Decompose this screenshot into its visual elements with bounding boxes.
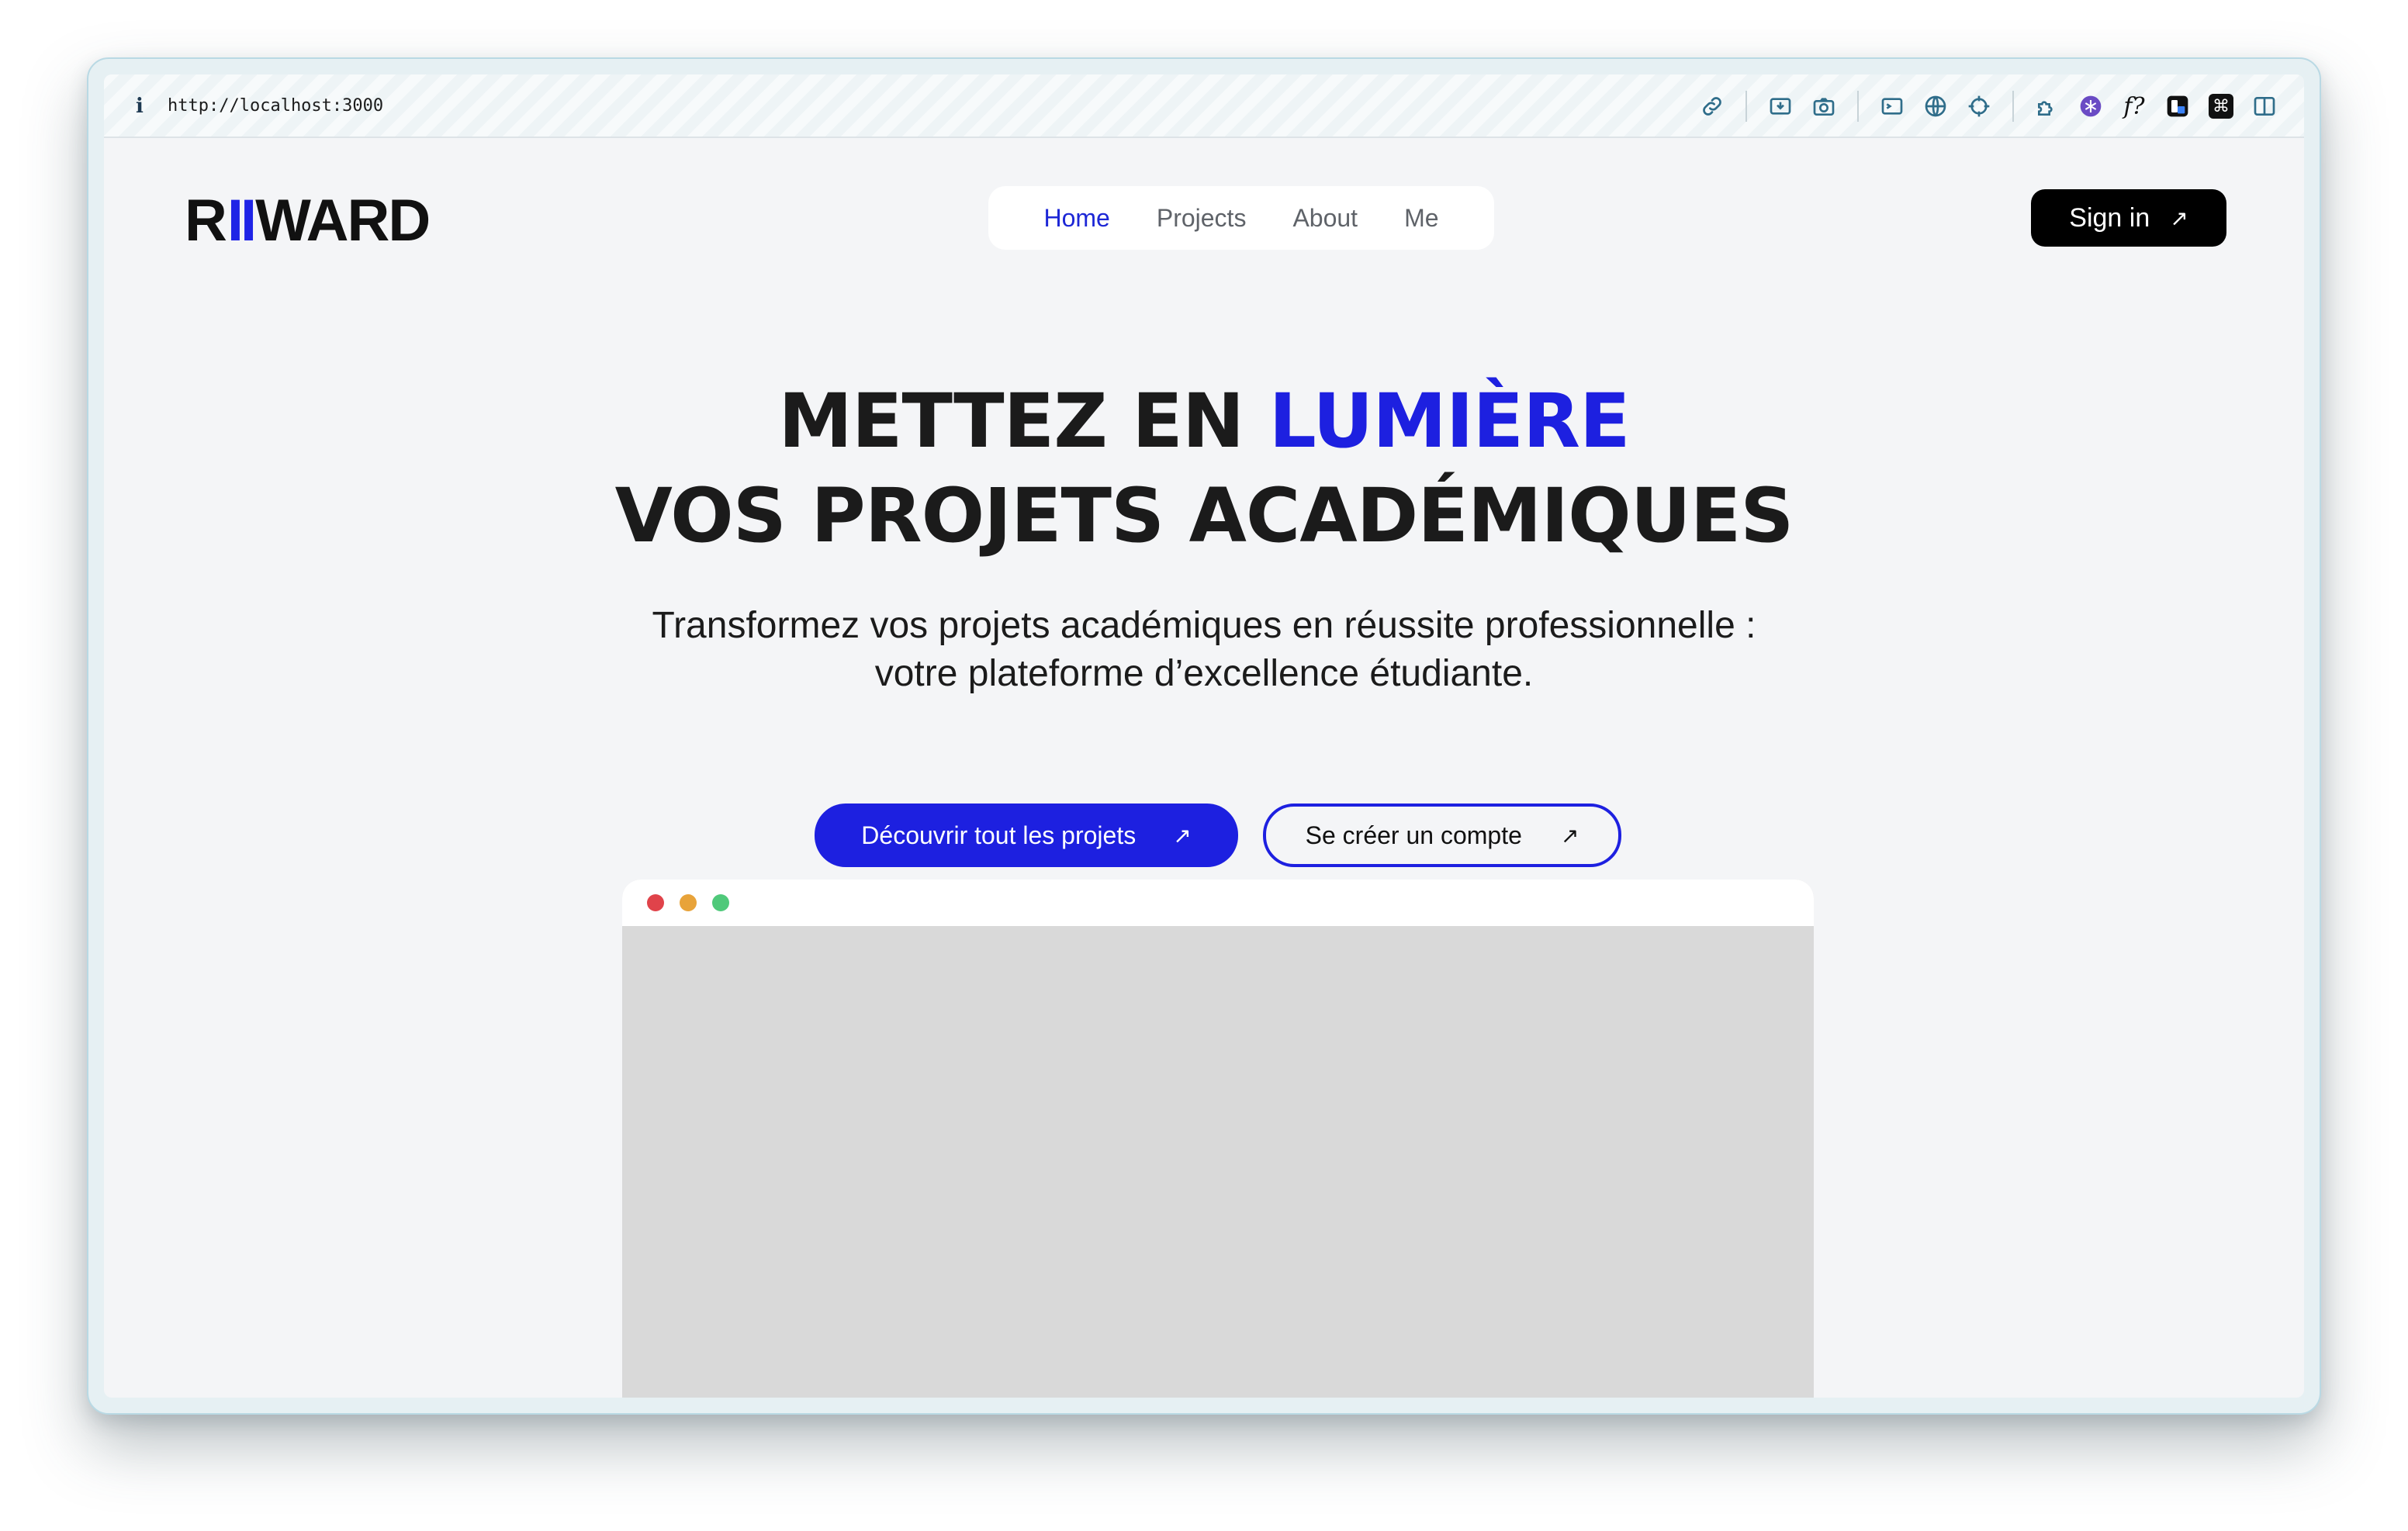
function-icon[interactable]: f? — [2118, 90, 2150, 123]
arrow-up-right-icon: ↗ — [1173, 823, 1192, 848]
create-account-label: Se créer un compte — [1305, 821, 1522, 849]
puzzle-icon[interactable] — [2031, 90, 2064, 123]
main-nav: Home Projects About Me — [988, 186, 1494, 250]
hero-title-prefix: METTEZ EN — [778, 378, 1269, 465]
logo-part-1: R — [185, 187, 227, 254]
url-field[interactable]: http://localhost:3000 — [168, 95, 383, 118]
hero-title: METTEZ EN LUMIÈRE VOS PROJETS ACADÉMIQUE… — [104, 374, 2304, 563]
create-account-button[interactable]: Se créer un compte ↗ — [1263, 804, 1621, 867]
preview-window-bar — [622, 880, 1814, 926]
arrow-up-right-icon: ↗ — [2170, 206, 2188, 230]
link-icon[interactable] — [1696, 90, 1728, 123]
maximize-dot-icon — [712, 894, 729, 911]
download-icon[interactable] — [1764, 90, 1797, 123]
nav-item-about[interactable]: About — [1292, 204, 1358, 233]
sign-in-button[interactable]: Sign in ↗ — [2031, 189, 2226, 247]
close-dot-icon — [647, 894, 664, 911]
logo-part-2: WARD — [255, 187, 431, 254]
extension-icon[interactable] — [2161, 90, 2194, 123]
sidebar-icon[interactable] — [2248, 90, 2281, 123]
minimize-dot-icon — [680, 894, 697, 911]
hero-subtitle: Transformez vos projets académiques en r… — [104, 602, 2304, 698]
arrow-up-right-icon: ↗ — [1560, 823, 1579, 848]
snowflake-icon[interactable] — [2074, 90, 2107, 123]
nav-item-projects[interactable]: Projects — [1157, 204, 1247, 233]
crosshair-icon[interactable] — [1963, 90, 1995, 123]
nav-item-me[interactable]: Me — [1404, 204, 1438, 233]
toolbar-separator — [2012, 91, 2014, 122]
discover-projects-button[interactable]: Découvrir tout les projets ↗ — [815, 804, 1238, 867]
hero-subtitle-line-2: votre plateforme d’excellence étudiante. — [874, 653, 1534, 694]
web-page: R II WARD Home Projects About Me Sign in ↗… — [104, 140, 2304, 1398]
discover-projects-label: Découvrir tout les projets — [861, 821, 1137, 849]
browser-window: i http://localhost:3000 f? ⌘ R II WARD H… — [87, 57, 2321, 1415]
nav-item-home[interactable]: Home — [1043, 204, 1109, 233]
logo-accent-bars: II — [227, 187, 257, 254]
hero-title-line-1: METTEZ EN LUMIÈRE — [104, 374, 2304, 468]
globe-icon[interactable] — [1919, 90, 1952, 123]
app-preview-window — [622, 880, 1814, 1398]
sign-in-label: Sign in — [2069, 202, 2150, 233]
browser-content: i http://localhost:3000 f? ⌘ R II WARD H… — [104, 74, 2304, 1398]
logo[interactable]: R II WARD — [185, 187, 431, 254]
command-icon[interactable]: ⌘ — [2205, 90, 2237, 123]
hero-subtitle-line-1: Transformez vos projets académiques en r… — [652, 605, 1756, 646]
toolbar-icons: f? ⌘ — [1685, 90, 2281, 123]
hero-title-line-2: VOS PROJETS ACADÉMIQUES — [614, 472, 1794, 559]
browser-toolbar: i http://localhost:3000 f? ⌘ — [104, 74, 2304, 138]
toolbar-separator — [1857, 91, 1859, 122]
camera-icon[interactable] — [1808, 90, 1840, 123]
terminal-icon[interactable] — [1876, 90, 1908, 123]
hero-title-accent: LUMIÈRE — [1268, 378, 1631, 465]
info-icon[interactable]: i — [132, 95, 147, 118]
toolbar-separator — [1745, 91, 1747, 122]
